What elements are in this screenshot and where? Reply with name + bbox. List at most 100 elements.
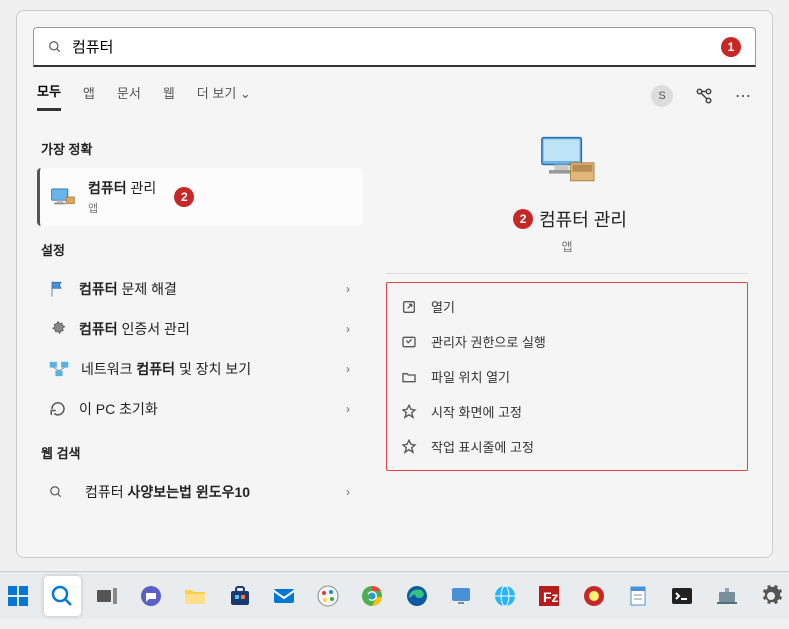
search-bar[interactable]: 1 — [33, 27, 756, 67]
store-icon — [228, 584, 252, 608]
globe-icon — [493, 584, 517, 608]
result-label: 컴퓨터 사양보는법 윈도우10 — [85, 482, 250, 502]
result-certificates[interactable]: 컴퓨터 인증서 관리 › — [37, 309, 362, 349]
preview-actions-highlighted: 열기 관리자 권한으로 실행 파일 위치 열기 시작 화면에 고정 — [386, 282, 748, 471]
edge-icon — [405, 584, 429, 608]
section-settings: 설정 — [41, 240, 362, 259]
chevron-right-icon: › — [346, 282, 350, 296]
taskbar-terminal[interactable] — [664, 576, 700, 616]
taskbar-explorer[interactable] — [177, 576, 213, 616]
taskbar-mail[interactable] — [266, 576, 302, 616]
search-icon — [50, 584, 74, 608]
chrome-icon — [360, 584, 384, 608]
network-share-icon[interactable] — [695, 87, 713, 105]
app-icon — [582, 584, 606, 608]
taskbar-taskview[interactable] — [89, 576, 125, 616]
result-label: 컴퓨터 문제 해결 — [79, 279, 177, 299]
annotation-badge-2b: 2 — [513, 209, 533, 229]
flag-icon — [49, 280, 67, 298]
action-label: 관리자 권한으로 실행 — [431, 332, 546, 351]
action-label: 파일 위치 열기 — [431, 367, 510, 386]
gear-icon — [49, 320, 67, 338]
folder-icon — [401, 369, 417, 385]
search-panel: 1 모두 앱 문서 웹 더 보기 ⌄ S ⋯ 가장 정확 컴퓨터 관리 — [16, 10, 773, 558]
tab-web[interactable]: 웹 — [163, 83, 175, 110]
taskbar-app-red[interactable] — [576, 576, 612, 616]
taskbar-chrome[interactable] — [354, 576, 390, 616]
taskview-icon — [95, 584, 119, 608]
divider — [386, 273, 748, 274]
taskbar-chat[interactable] — [133, 576, 169, 616]
taskbar-paint[interactable] — [310, 576, 346, 616]
pin-icon — [401, 439, 417, 455]
annotation-badge-1: 1 — [721, 37, 741, 57]
taskbar-start[interactable] — [0, 576, 36, 616]
action-label: 작업 표시줄에 고정 — [431, 437, 534, 456]
mail-icon — [272, 584, 296, 608]
terminal-icon — [670, 584, 694, 608]
admin-icon — [401, 334, 417, 350]
taskbar-device[interactable] — [708, 576, 744, 616]
svg-text:Fz: Fz — [543, 589, 559, 605]
taskbar: Fz — [0, 571, 789, 619]
chevron-right-icon: › — [346, 322, 350, 336]
folder-icon — [183, 584, 207, 608]
tabs-row: 모두 앱 문서 웹 더 보기 ⌄ S ⋯ — [17, 67, 772, 115]
tab-apps[interactable]: 앱 — [83, 83, 95, 110]
tab-more[interactable]: 더 보기 ⌄ — [197, 83, 251, 110]
taskbar-browser2[interactable] — [487, 576, 523, 616]
tab-all[interactable]: 모두 — [37, 81, 61, 111]
filezilla-icon: Fz — [537, 584, 561, 608]
computer-management-icon — [50, 185, 76, 209]
result-computer-management[interactable]: 컴퓨터 관리 앱 2 — [37, 168, 362, 226]
taskbar-filezilla[interactable]: Fz — [531, 576, 567, 616]
reset-icon — [49, 400, 67, 418]
taskbar-store[interactable] — [221, 576, 257, 616]
action-open-location[interactable]: 파일 위치 열기 — [395, 359, 739, 394]
preview-subtitle: 앱 — [386, 238, 748, 255]
action-open[interactable]: 열기 — [395, 289, 739, 324]
computer-management-large-icon — [531, 131, 603, 191]
result-web-search[interactable]: 컴퓨터 사양보는법 윈도우10 › — [37, 472, 362, 512]
search-icon — [49, 485, 63, 499]
network-icon — [49, 360, 69, 378]
more-options-icon[interactable]: ⋯ — [735, 86, 752, 106]
action-run-admin[interactable]: 관리자 권한으로 실행 — [395, 324, 739, 359]
result-subtitle: 앱 — [88, 200, 156, 216]
result-reset-pc[interactable]: 이 PC 초기화 › — [37, 389, 362, 429]
tab-docs[interactable]: 문서 — [117, 83, 141, 110]
search-input[interactable] — [72, 38, 715, 55]
pin-icon — [401, 404, 417, 420]
settings-gear-icon — [759, 584, 783, 608]
action-pin-taskbar[interactable]: 작업 표시줄에 고정 — [395, 429, 739, 464]
result-title: 컴퓨터 관리 — [88, 178, 156, 198]
chevron-right-icon: › — [346, 402, 350, 416]
paint-icon — [316, 584, 340, 608]
windows-icon — [6, 584, 30, 608]
action-label: 시작 화면에 고정 — [431, 402, 522, 421]
chevron-down-icon: ⌄ — [240, 86, 251, 101]
result-label: 네트워크 컴퓨터 및 장치 보기 — [81, 359, 251, 379]
remote-icon — [449, 584, 473, 608]
chevron-right-icon: › — [346, 362, 350, 376]
chat-icon — [139, 584, 163, 608]
notepad-icon — [626, 584, 650, 608]
open-icon — [401, 299, 417, 315]
chevron-right-icon: › — [346, 485, 350, 499]
action-pin-start[interactable]: 시작 화면에 고정 — [395, 394, 739, 429]
taskbar-settings[interactable] — [753, 576, 789, 616]
taskbar-remote[interactable] — [443, 576, 479, 616]
result-label: 컴퓨터 인증서 관리 — [79, 319, 190, 339]
taskbar-edge[interactable] — [399, 576, 435, 616]
action-label: 열기 — [431, 297, 455, 316]
taskbar-search[interactable] — [44, 576, 80, 616]
device-icon — [715, 584, 739, 608]
result-label: 이 PC 초기화 — [79, 399, 158, 419]
section-web: 웹 검색 — [41, 443, 362, 462]
result-network-devices[interactable]: 네트워크 컴퓨터 및 장치 보기 › — [37, 349, 362, 389]
results-list: 가장 정확 컴퓨터 관리 앱 2 설정 컴퓨터 문제 해결 › — [17, 125, 362, 512]
user-avatar[interactable]: S — [651, 85, 673, 107]
taskbar-notes[interactable] — [620, 576, 656, 616]
preview-pane: 2 컴퓨터 관리 앱 열기 관리자 권한으로 실행 — [362, 125, 772, 512]
result-troubleshoot[interactable]: 컴퓨터 문제 해결 › — [37, 269, 362, 309]
